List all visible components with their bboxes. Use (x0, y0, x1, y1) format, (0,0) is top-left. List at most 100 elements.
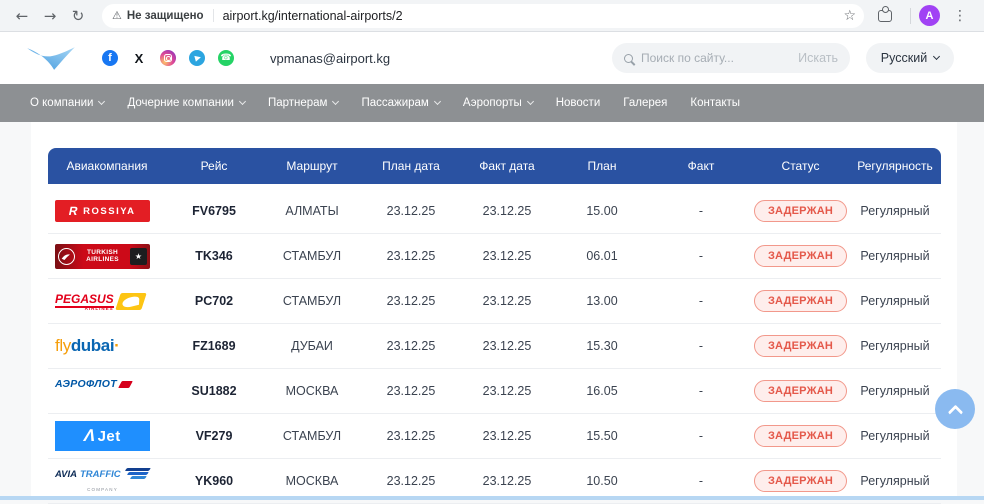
status-cell: ЗАДЕРЖАН (752, 335, 849, 357)
airline-logo-cell: АЭРОФЛОТ (48, 378, 166, 404)
chevron-down-icon (527, 98, 534, 105)
chevron-down-icon (434, 98, 441, 105)
plan-time: 13.00 (554, 294, 650, 308)
browser-toolbar: ← → ↻ ⚠ Не защищено airport.kg/internati… (0, 0, 984, 32)
telegram-icon[interactable] (189, 50, 205, 66)
airline-logo-cell: Λ Jet (48, 421, 166, 451)
facebook-icon[interactable]: f (102, 50, 118, 66)
extensions-icon[interactable] (878, 10, 892, 22)
nav-item-contacts[interactable]: Контакты (690, 97, 740, 109)
browser-menu-icon[interactable]: ⋮ (946, 8, 974, 24)
nav-item-passengers[interactable]: Пассажирам (361, 97, 439, 109)
airline-logo-cell: TURKISHAIRLINES ★ (48, 244, 166, 269)
status-badge: ЗАДЕРЖАН (754, 245, 847, 267)
fact-date: 23.12.25 (460, 204, 554, 218)
nav-label: Пассажирам (361, 97, 428, 109)
status-cell: ЗАДЕРЖАН (752, 380, 849, 402)
forward-icon[interactable]: → (36, 7, 64, 25)
nav-item-subsidiaries[interactable]: Дочерние компании (127, 97, 245, 109)
fact-time: - (650, 384, 752, 398)
address-bar[interactable]: ⚠ Не защищено airport.kg/international-a… (102, 4, 864, 28)
route: СТАМБУЛ (262, 249, 362, 263)
col-header-regularity: Регулярность (849, 159, 941, 173)
flight-number: FV6795 (166, 204, 262, 218)
plan-time: 06.01 (554, 249, 650, 263)
plan-time: 15.30 (554, 339, 650, 353)
regularity: Регулярный (849, 204, 941, 218)
fact-date: 23.12.25 (460, 339, 554, 353)
col-header-plan-date: План дата (362, 159, 460, 173)
toolbar-divider (910, 8, 911, 24)
table-row-flydubai[interactable]: flydubai· FZ1689 ДУБАИ 23.12.25 23.12.25… (48, 324, 941, 369)
col-header-route: Маршрут (262, 159, 362, 173)
nav-label: Контакты (690, 97, 740, 109)
language-selector[interactable]: Русский (866, 43, 954, 73)
status-badge: ЗАДЕРЖАН (754, 335, 847, 357)
page-content: Авиакомпания Рейс Маршрут План дата Факт… (0, 122, 984, 500)
plan-time: 15.00 (554, 204, 650, 218)
whatsapp-icon[interactable]: ☎ (218, 50, 234, 66)
aviatraffic-wordmark2: TRAFFIC (80, 469, 121, 480)
route: ДУБАИ (262, 339, 362, 353)
x-twitter-icon[interactable]: X (131, 50, 147, 66)
fact-date: 23.12.25 (460, 474, 554, 488)
table-row-turkish[interactable]: TURKISHAIRLINES ★ TK346 СТАМБУЛ 23.12.25… (48, 234, 941, 279)
profile-avatar[interactable]: A (919, 5, 940, 26)
ajet-a-icon: Λ (82, 426, 98, 446)
airport-bird-logo[interactable] (26, 44, 76, 73)
nav-item-airports[interactable]: Аэропорты (463, 97, 533, 109)
rossiya-logo: R ROSSIYA (55, 200, 150, 222)
nav-item-about[interactable]: О компании (30, 97, 104, 109)
plan-date: 23.12.25 (362, 339, 460, 353)
flight-number: YK960 (166, 474, 262, 488)
reload-icon[interactable]: ↻ (64, 7, 92, 25)
security-label: Не защищено (127, 10, 204, 22)
social-links: f X ☎ (102, 50, 234, 66)
back-icon[interactable]: ← (8, 7, 36, 25)
regularity: Регулярный (849, 474, 941, 488)
nav-label: Партнерам (268, 97, 328, 109)
security-chip[interactable]: ⚠ Не защищено (112, 9, 214, 22)
site-search: Искать (612, 43, 850, 73)
url-text[interactable]: airport.kg/international-airports/2 (223, 9, 403, 23)
table-row-ajet[interactable]: Λ Jet VF279 СТАМБУЛ 23.12.25 23.12.25 15… (48, 414, 941, 459)
aeroflot-wordmark: АЭРОФЛОТ (55, 378, 117, 390)
table-header-row: Авиакомпания Рейс Маршрут План дата Факт… (48, 148, 941, 184)
pegasus-wing-icon (115, 293, 147, 310)
contact-email[interactable]: vpmanas@airport.kg (270, 51, 390, 66)
fact-date: 23.12.25 (460, 384, 554, 398)
chevron-down-icon (239, 98, 246, 105)
fact-time: - (650, 339, 752, 353)
status-badge: ЗАДЕРЖАН (754, 470, 847, 492)
table-row-aeroflot[interactable]: АЭРОФЛОТ SU1882 МОСКВА 23.12.25 23.12.25… (48, 369, 941, 414)
status-badge: ЗАДЕРЖАН (754, 425, 847, 447)
table-body: R ROSSIYA FV6795 АЛМАТЫ 23.12.25 23.12.2… (48, 184, 941, 504)
nav-item-news[interactable]: Новости (556, 97, 601, 109)
chevron-down-icon (933, 53, 940, 60)
main-navigation: О компании Дочерние компании Партнерам П… (0, 84, 984, 122)
language-label: Русский (881, 51, 927, 65)
nav-item-partners[interactable]: Партнерам (268, 97, 339, 109)
regularity: Регулярный (849, 429, 941, 443)
col-header-fact-date: Факт дата (460, 159, 554, 173)
search-input[interactable] (641, 51, 788, 65)
table-row-rossiya[interactable]: R ROSSIYA FV6795 АЛМАТЫ 23.12.25 23.12.2… (48, 189, 941, 234)
chevron-down-icon (98, 98, 105, 105)
nav-item-gallery[interactable]: Галерея (623, 97, 667, 109)
aeroflot-logo: АЭРОФЛОТ (55, 378, 150, 404)
status-cell: ЗАДЕРЖАН (752, 200, 849, 222)
chevron-up-icon (947, 404, 963, 420)
status-cell: ЗАДЕРЖАН (752, 245, 849, 267)
search-button[interactable]: Искать (788, 51, 838, 65)
route: МОСКВА (262, 474, 362, 488)
plan-date: 23.12.25 (362, 384, 460, 398)
instagram-icon[interactable] (160, 50, 176, 66)
airline-logo-cell: AVIA TRAFFIC COMPANY (48, 468, 166, 494)
table-row-pegasus[interactable]: PEGASUS AIRLINES PC702 СТАМБУЛ 23.12.25 … (48, 279, 941, 324)
status-cell: ЗАДЕРЖАН (752, 425, 849, 447)
fact-time: - (650, 294, 752, 308)
airline-logo-cell: R ROSSIYA (48, 200, 166, 222)
scroll-to-top-button[interactable] (935, 389, 975, 429)
chevron-down-icon (332, 98, 339, 105)
bookmark-star-icon[interactable]: ☆ (843, 8, 856, 24)
